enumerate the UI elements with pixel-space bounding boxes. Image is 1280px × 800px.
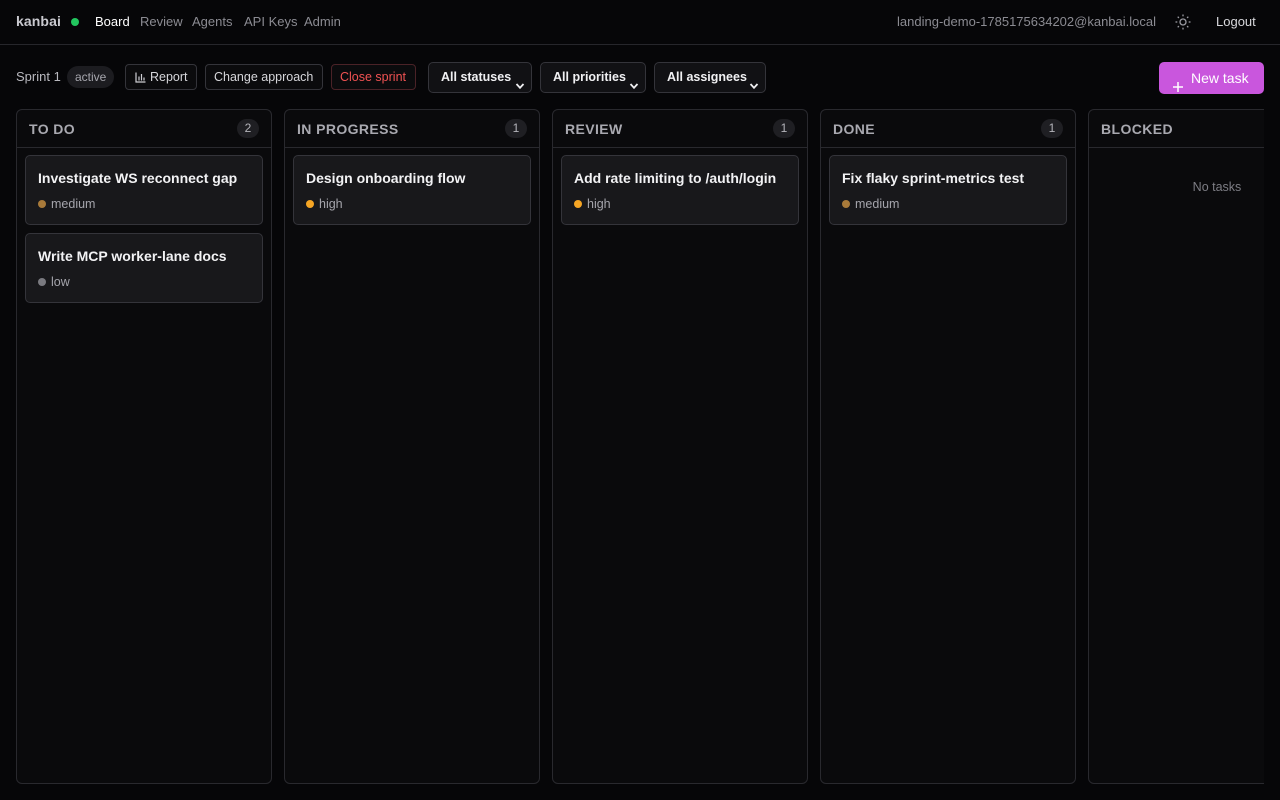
priority-dot bbox=[574, 200, 582, 208]
task-card[interactable]: Fix flaky sprint-metrics test medium bbox=[829, 155, 1067, 225]
column-count-badge: 1 bbox=[773, 119, 795, 138]
assignee-filter-select[interactable]: All assignees bbox=[654, 62, 766, 93]
nav-api-keys[interactable]: API Keys bbox=[244, 14, 297, 29]
column-title: BLOCKED bbox=[1101, 121, 1174, 137]
priority-filter-value: All priorities bbox=[553, 70, 626, 84]
column-title: IN PROGRESS bbox=[297, 121, 399, 137]
status-filter-value: All statuses bbox=[441, 70, 512, 84]
task-title: Add rate limiting to /auth/login bbox=[574, 170, 777, 186]
column-todo: TO DO 2 Investigate WS reconnect gap med… bbox=[16, 109, 272, 784]
priority-label: low bbox=[51, 275, 70, 289]
priority-label: high bbox=[587, 197, 611, 211]
column-count-badge: 1 bbox=[505, 119, 527, 138]
priority-label: high bbox=[319, 197, 343, 211]
user-email: landing-demo-1785175634202@kanbai.local bbox=[897, 14, 1156, 29]
column-count-badge: 2 bbox=[237, 119, 259, 138]
priority-label: medium bbox=[51, 197, 96, 211]
priority-dot bbox=[306, 200, 314, 208]
report-button[interactable]: Report bbox=[125, 64, 197, 90]
new-task-label: New task bbox=[1191, 70, 1249, 86]
sun-icon[interactable] bbox=[1174, 13, 1192, 31]
column-header: TO DO 2 bbox=[17, 110, 271, 148]
column-blocked: BLOCKED No tasks bbox=[1088, 109, 1264, 784]
report-label: Report bbox=[150, 70, 188, 84]
plus-icon bbox=[1172, 72, 1184, 92]
task-title: Write MCP worker-lane docs bbox=[38, 248, 227, 264]
priority-dot bbox=[38, 278, 46, 286]
nav-review[interactable]: Review bbox=[140, 14, 183, 29]
task-card[interactable]: Add rate limiting to /auth/login high bbox=[561, 155, 799, 225]
nav-board[interactable]: Board bbox=[95, 14, 130, 29]
column-review: REVIEW 1 Add rate limiting to /auth/logi… bbox=[552, 109, 808, 784]
task-priority: high bbox=[306, 197, 343, 211]
sprint-toolbar: Sprint 1 active Report Change approach C… bbox=[0, 62, 1280, 94]
column-title: DONE bbox=[833, 121, 876, 137]
column-header: BLOCKED bbox=[1089, 110, 1264, 148]
column-header: REVIEW 1 bbox=[553, 110, 807, 148]
kanban-board: TO DO 2 Investigate WS reconnect gap med… bbox=[16, 109, 1264, 784]
nav-agents[interactable]: Agents bbox=[192, 14, 232, 29]
priority-label: medium bbox=[855, 197, 900, 211]
logout-button[interactable]: Logout bbox=[1216, 14, 1256, 29]
column-done: DONE 1 Fix flaky sprint-metrics test med… bbox=[820, 109, 1076, 784]
app-logo[interactable]: kanbai bbox=[16, 13, 61, 29]
task-card[interactable]: Investigate WS reconnect gap medium bbox=[25, 155, 263, 225]
column-title: REVIEW bbox=[565, 121, 623, 137]
chevron-down-icon bbox=[749, 73, 759, 90]
column-in-progress: IN PROGRESS 1 Design onboarding flow hig… bbox=[284, 109, 540, 784]
task-card[interactable]: Design onboarding flow high bbox=[293, 155, 531, 225]
nav-admin[interactable]: Admin bbox=[304, 14, 341, 29]
chevron-down-icon bbox=[629, 73, 639, 90]
task-title: Investigate WS reconnect gap bbox=[38, 170, 238, 186]
assignee-filter-value: All assignees bbox=[667, 70, 747, 84]
close-sprint-button[interactable]: Close sprint bbox=[331, 64, 416, 90]
column-title: TO DO bbox=[29, 121, 76, 137]
status-filter-select[interactable]: All statuses bbox=[428, 62, 532, 93]
column-header: IN PROGRESS 1 bbox=[285, 110, 539, 148]
new-task-button[interactable]: New task bbox=[1159, 62, 1264, 94]
change-approach-button[interactable]: Change approach bbox=[205, 64, 323, 90]
empty-column-note: No tasks bbox=[1192, 180, 1242, 194]
task-priority: high bbox=[574, 197, 611, 211]
sprint-name: Sprint 1 bbox=[16, 69, 61, 84]
task-title: Fix flaky sprint-metrics test bbox=[842, 170, 1025, 186]
task-priority: medium bbox=[38, 197, 95, 211]
chevron-down-icon bbox=[515, 73, 525, 90]
priority-dot bbox=[38, 200, 46, 208]
task-title: Design onboarding flow bbox=[306, 170, 466, 186]
bar-chart-icon bbox=[135, 67, 146, 91]
priority-dot bbox=[842, 200, 850, 208]
column-header: DONE 1 bbox=[821, 110, 1075, 148]
task-priority: medium bbox=[842, 197, 899, 211]
sprint-status-badge: active bbox=[67, 66, 115, 88]
connection-status-dot bbox=[71, 18, 79, 26]
task-priority: low bbox=[38, 275, 70, 289]
task-card[interactable]: Write MCP worker-lane docs low bbox=[25, 233, 263, 303]
priority-filter-select[interactable]: All priorities bbox=[540, 62, 646, 93]
column-count-badge: 1 bbox=[1041, 119, 1063, 138]
top-bar: kanbai Board Review Agents API Keys Admi… bbox=[0, 0, 1280, 45]
